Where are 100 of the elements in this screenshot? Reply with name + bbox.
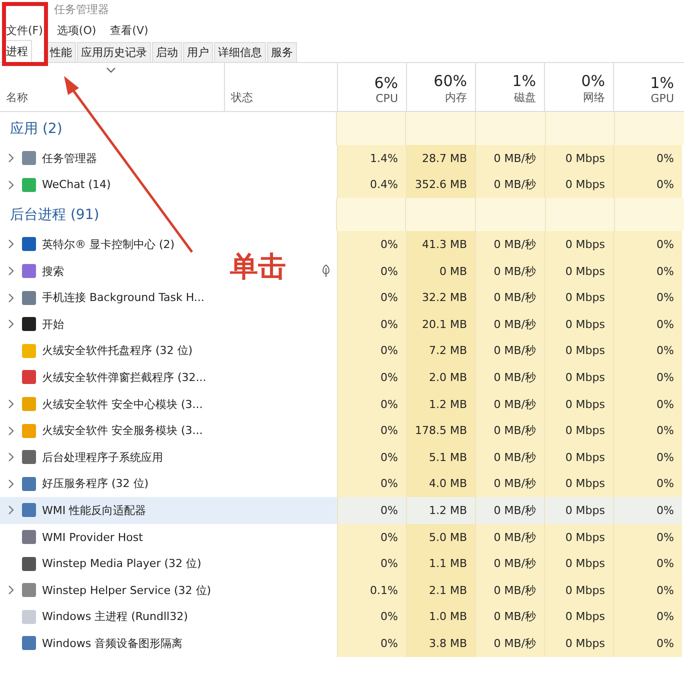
process-name: 火绒安全软件弹窗拦截程序 (32... (42, 370, 206, 385)
table-cell: 0 MB/秒 (475, 630, 544, 657)
table-cell: 0% (613, 231, 682, 258)
expand-icon[interactable] (8, 239, 14, 250)
usage-percent: 1% (650, 74, 674, 92)
table-cell: 0% (613, 604, 682, 630)
table-cell: 2.1 MB (406, 576, 475, 604)
name-cell[interactable]: Windows 音频设备图形隔离 (0, 630, 225, 657)
expand-icon[interactable] (8, 153, 14, 164)
expand-icon[interactable] (8, 266, 14, 276)
expand-icon[interactable] (8, 292, 14, 303)
table-cell: 28.7 MB (406, 145, 475, 172)
table-cell: 0 MB/秒 (475, 310, 544, 338)
expand-icon[interactable] (8, 180, 14, 190)
table-cell: 0.4% (337, 172, 406, 198)
process-name: 搜索 (42, 264, 64, 279)
name-cell[interactable]: 搜索 (0, 258, 225, 284)
expand-icon[interactable] (8, 478, 14, 489)
table-cell: 1.4% (337, 145, 406, 172)
column-header[interactable]: 名称 (6, 90, 224, 105)
name-cell[interactable]: 英特尔® 显卡控制中心 (2) (0, 231, 225, 258)
expand-icon[interactable] (8, 426, 14, 436)
table-cell: 0 MB/秒 (475, 470, 544, 498)
table-cell: 0 Mbps (544, 172, 613, 198)
process-name: 火绒安全软件 安全服务模块 (3... (42, 423, 203, 438)
name-cell[interactable]: 开始 (0, 310, 225, 338)
tab[interactable]: 应用历史记录 (77, 42, 151, 62)
table-cell: 0% (337, 284, 406, 311)
name-cell[interactable]: 火绒安全软件托盘程序 (32 位) (0, 338, 225, 364)
app-icon (22, 151, 36, 166)
name-cell[interactable]: 任务管理器 (0, 145, 225, 172)
name-cell[interactable]: 火绒安全软件 安全中心模块 (3... (0, 390, 225, 418)
name-cell[interactable]: 手机连接 Background Task H... (0, 284, 225, 311)
name-cell[interactable]: 后台处理程序子系统应用 (0, 444, 225, 471)
table-cell: 0 Mbps (544, 258, 613, 284)
column-header[interactable]: 网络 (583, 90, 605, 105)
name-cell[interactable]: 好压服务程序 (32 位) (0, 470, 225, 498)
column-header[interactable]: 状态 (231, 90, 253, 105)
table-cell: 0.1% (337, 576, 406, 604)
menu-item[interactable]: 查看(V) (110, 22, 148, 38)
menu-item[interactable]: 选项(O) (56, 22, 96, 38)
heat-cell (336, 112, 406, 145)
table-cell: 0 Mbps (544, 524, 613, 550)
process-name: 开始 (42, 316, 64, 332)
table-cell: 0 Mbps (544, 630, 613, 657)
heat-cell (336, 198, 406, 232)
tab[interactable]: 启动 (152, 42, 182, 62)
process-name: 手机连接 Background Task H... (42, 290, 204, 306)
name-cell[interactable]: Winstep Media Player (32 位) (0, 550, 225, 577)
table-cell: 0% (613, 550, 682, 577)
table-cell: 4.0 MB (406, 470, 475, 498)
name-cell[interactable]: Windows 主进程 (Rundll32) (0, 604, 225, 630)
table-cell: 0% (337, 364, 406, 391)
table-cell: 0% (613, 390, 682, 418)
table-cell: 0% (613, 172, 682, 198)
usage-percent: 6% (374, 74, 398, 92)
expand-icon[interactable] (8, 452, 14, 462)
table-cell: 0 MB (406, 258, 475, 284)
column-header[interactable]: 内存 (445, 90, 467, 105)
table-cell: 178.5 MB (406, 417, 475, 444)
table-cell: 0% (613, 497, 682, 524)
table-cell: 0 Mbps (544, 310, 613, 338)
table-cell: 0 MB/秒 (475, 550, 544, 577)
heat-cell (405, 112, 475, 145)
column-header[interactable]: GPU (650, 92, 674, 105)
table-cell: 0% (337, 338, 406, 364)
tab[interactable]: 服务 (267, 42, 297, 62)
menu-item[interactable]: 文件(F) (6, 22, 43, 38)
app-icon (22, 610, 36, 624)
table-cell: 0 MB/秒 (475, 338, 544, 364)
heat-cell (474, 198, 545, 232)
expand-icon[interactable] (8, 585, 14, 596)
highlight-box (2, 2, 48, 66)
process-name: 火绒安全软件 安全中心模块 (3... (42, 396, 203, 412)
table-cell: 0% (337, 444, 406, 471)
name-cell[interactable]: Winstep Helper Service (32 位) (0, 576, 225, 604)
table-cell: 0% (613, 444, 682, 471)
table-cell: 0% (337, 258, 406, 284)
usage-percent: 0% (581, 72, 605, 90)
table-cell: 0 Mbps (544, 604, 613, 630)
name-cell[interactable]: WMI 性能反向适配器 (0, 497, 225, 524)
tab[interactable]: 性能 (46, 42, 76, 62)
tab[interactable]: 详细信息 (214, 42, 266, 62)
name-cell[interactable]: WeChat (14) (0, 172, 225, 198)
chevron-icon[interactable] (106, 67, 116, 73)
name-cell[interactable]: 火绒安全软件弹窗拦截程序 (32... (0, 364, 225, 391)
app-icon (22, 503, 36, 518)
table-cell: 5.0 MB (406, 524, 475, 550)
name-cell[interactable]: WMI Provider Host (0, 524, 225, 550)
tab[interactable]: 用户 (183, 42, 213, 62)
table-cell: 1.2 MB (406, 497, 475, 524)
table-cell: 0 Mbps (544, 364, 613, 391)
expand-icon[interactable] (8, 505, 14, 516)
column-header[interactable]: CPU (376, 92, 398, 105)
name-cell[interactable]: 火绒安全软件 安全服务模块 (3... (0, 417, 225, 444)
table-cell: 0 MB/秒 (475, 417, 544, 444)
expand-icon[interactable] (8, 399, 14, 410)
expand-icon[interactable] (8, 319, 14, 330)
column-header[interactable]: 磁盘 (514, 90, 536, 105)
table-cell: 0 MB/秒 (475, 172, 544, 198)
